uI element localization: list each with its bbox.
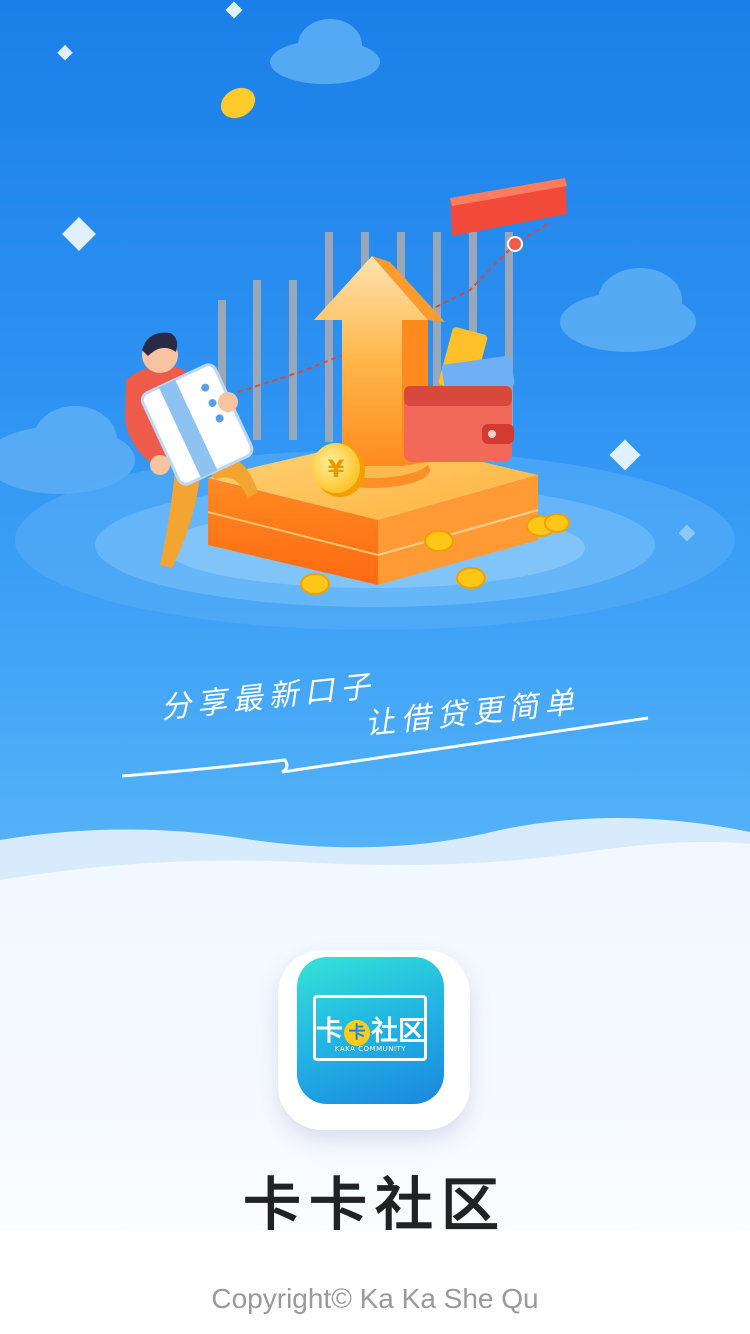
flag-sign-illustration [450, 178, 567, 236]
app-logo-subtitle: KAKA COMMUNITY [334, 1045, 407, 1053]
app-logo-icon: 卡卡社区 KAKA COMMUNITY [297, 957, 444, 1104]
coin-icon [424, 530, 454, 552]
cloud-icon [270, 19, 380, 84]
splash-hero: ¥ 分享最新口子 让借贷更简单 [0, 0, 750, 900]
diamond-sparkle-icon [62, 217, 96, 251]
coin-icon [220, 87, 256, 119]
svg-text:¥: ¥ [328, 455, 345, 483]
copyright-text: Copyright© Ka Ka She Qu [211, 1283, 539, 1314]
coin-icon [544, 513, 570, 533]
coin-icon [456, 567, 486, 589]
coin-icon [300, 573, 330, 595]
diamond-sparkle-icon [225, 1, 243, 19]
app-logo-wordmark: 卡卡社区 [316, 1016, 425, 1047]
diamond-sparkle-icon [609, 439, 641, 471]
footer [0, 1230, 750, 1334]
diamond-sparkle-icon [57, 44, 73, 61]
cloud-icon [560, 268, 696, 352]
coin-icon: 卡 [344, 1020, 370, 1046]
